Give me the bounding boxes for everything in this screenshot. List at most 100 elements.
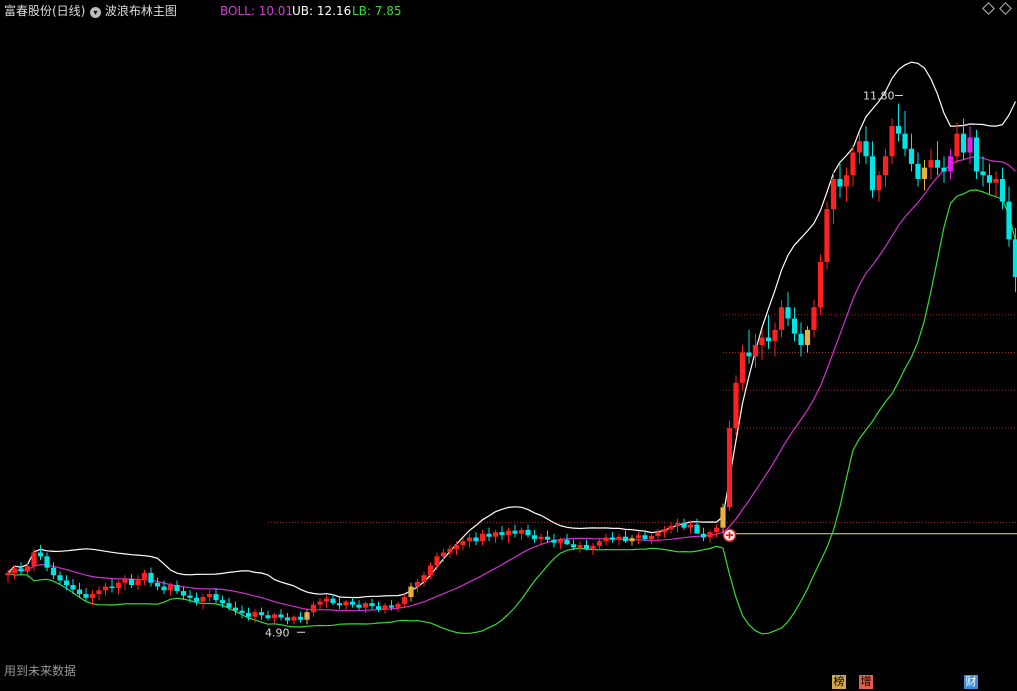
lb-value: LB: 7.85 xyxy=(352,4,402,18)
candle-body xyxy=(648,535,655,539)
tag-bang[interactable]: 榜 xyxy=(832,675,846,689)
candle-body xyxy=(492,532,499,537)
annotation-label: 4.90 xyxy=(265,626,290,639)
candle-body xyxy=(356,604,362,608)
candle-body xyxy=(837,178,843,187)
candle-body xyxy=(999,178,1006,202)
candle-body xyxy=(278,614,284,618)
candle-body xyxy=(96,590,102,595)
candle-body xyxy=(447,548,453,553)
candle-body xyxy=(206,594,213,598)
candle-body xyxy=(804,329,811,345)
candle-body xyxy=(681,523,687,528)
candle-body xyxy=(557,539,564,543)
candle-body xyxy=(499,532,505,536)
candle-body xyxy=(720,507,726,528)
candle-body xyxy=(590,545,596,549)
candle-body xyxy=(148,572,154,583)
candle-body xyxy=(427,565,434,576)
candle-body xyxy=(538,536,544,539)
candle-body xyxy=(89,594,96,598)
candle-body xyxy=(57,575,63,581)
candle-body xyxy=(635,535,642,539)
candle-body xyxy=(135,578,141,586)
candle-body xyxy=(960,133,967,153)
candle-body xyxy=(24,566,31,572)
candle-body xyxy=(941,167,947,172)
candle-body xyxy=(408,586,414,598)
candle-body xyxy=(505,530,512,536)
candle-body xyxy=(466,537,473,542)
candle-body xyxy=(791,318,798,334)
candle-body xyxy=(921,167,928,179)
candle-body xyxy=(856,141,863,153)
candle-body xyxy=(161,586,167,591)
candle-body xyxy=(531,535,538,539)
candle-body xyxy=(362,603,369,608)
future-data-note: 用到未来数据 xyxy=(4,664,77,678)
chevron-down-icon: ▾ xyxy=(90,7,101,18)
candle-body xyxy=(622,536,629,542)
candle-body xyxy=(570,544,577,548)
candle-body xyxy=(733,382,739,429)
candle-body xyxy=(876,175,882,191)
candle-body xyxy=(544,536,551,540)
candle-body xyxy=(375,606,382,610)
candle-body xyxy=(297,616,304,620)
candle-body xyxy=(18,568,24,572)
candle-body xyxy=(44,556,50,568)
candle-body xyxy=(869,156,876,191)
candle-body xyxy=(460,541,466,546)
candle-body xyxy=(200,597,206,602)
candle-body xyxy=(1006,201,1012,240)
candle-body xyxy=(785,307,791,319)
candle-body xyxy=(986,175,993,183)
candle-body xyxy=(642,535,648,539)
annotation-label: 11.80 xyxy=(863,89,895,102)
candle-body xyxy=(616,536,622,540)
candle-body xyxy=(323,598,330,602)
candle-body xyxy=(102,586,109,591)
candle-body xyxy=(739,352,746,383)
tag-zeng[interactable]: 增 xyxy=(859,675,873,689)
candle-body xyxy=(843,175,850,187)
candle-body xyxy=(473,537,479,542)
candle-body xyxy=(759,337,765,345)
candle-body xyxy=(863,141,869,157)
candle-body xyxy=(284,617,291,621)
candle-body xyxy=(479,533,486,542)
candle-body xyxy=(395,603,401,608)
candle-body xyxy=(37,552,44,557)
candle-body xyxy=(128,578,135,586)
candle-body xyxy=(76,589,83,595)
candle-body xyxy=(434,556,440,566)
candle-body xyxy=(811,307,817,330)
candle-body xyxy=(583,545,590,549)
candle-body xyxy=(31,552,37,567)
candle-body xyxy=(798,333,804,345)
candle-body xyxy=(174,585,180,592)
candle-body xyxy=(752,345,759,357)
candlestick-chart[interactable]: 11.80 4.90 xyxy=(0,0,1017,691)
stock-title: 富春股份(日线) xyxy=(4,4,86,18)
candle-body xyxy=(414,581,421,587)
candle-body xyxy=(180,591,187,596)
candle-body xyxy=(947,156,954,172)
tag-cai[interactable]: 财 xyxy=(964,675,978,689)
candle-body xyxy=(577,545,583,548)
candle-body xyxy=(193,597,200,602)
ub-value: UB: 12.16 xyxy=(292,4,352,18)
candle-body xyxy=(668,526,674,530)
candle-body xyxy=(817,261,824,308)
candle-body xyxy=(967,137,973,153)
candle-body xyxy=(687,524,694,528)
candle-body xyxy=(525,529,531,536)
candle-body xyxy=(1012,239,1017,278)
indicator-selector[interactable]: ▾ 波浪布林主图 xyxy=(90,3,177,19)
candle-body xyxy=(330,598,336,604)
candle-body xyxy=(187,595,193,598)
candle-body xyxy=(882,156,889,176)
candle-body xyxy=(304,612,310,620)
candle-body xyxy=(512,530,518,534)
candle-body xyxy=(694,524,700,534)
